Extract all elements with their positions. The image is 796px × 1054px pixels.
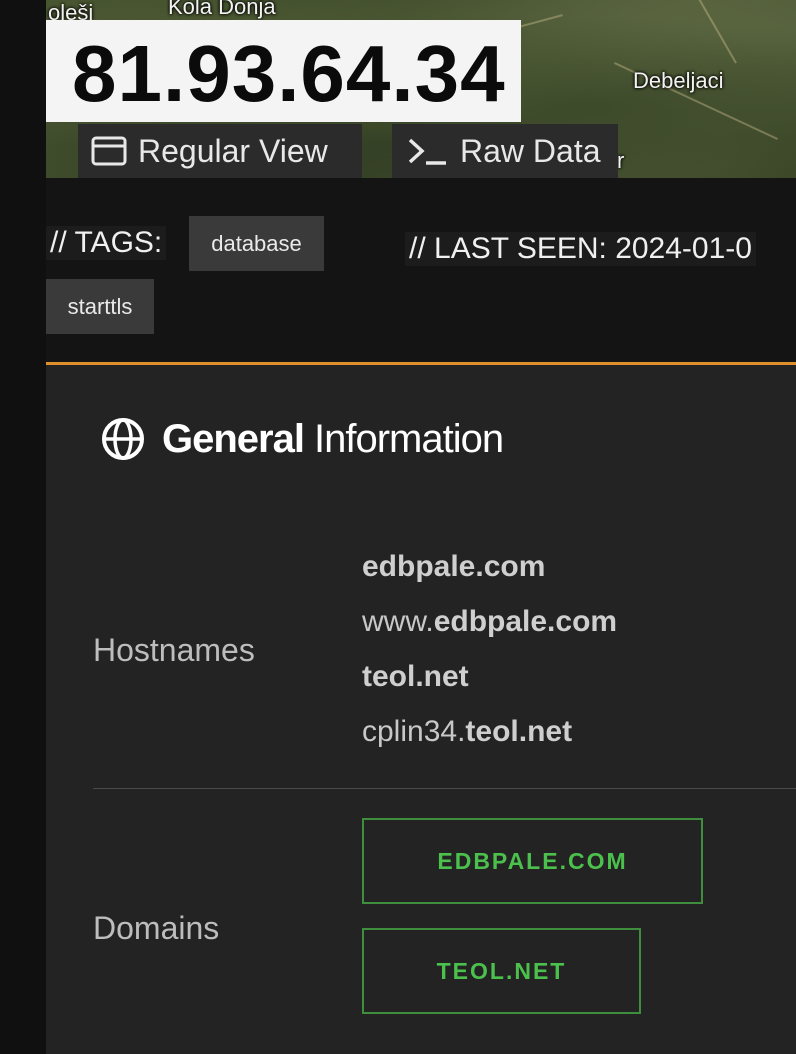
title-bold: General <box>162 416 305 461</box>
hostname-domain: teol.net <box>362 660 469 693</box>
tag-database[interactable]: database <box>189 216 324 271</box>
map-label-fragment: r <box>617 148 625 173</box>
general-information-title: General Information <box>100 416 504 462</box>
regular-view-label: Regular View <box>138 132 328 169</box>
map-label-kola-donja: Kola Donja <box>168 0 276 19</box>
tags-label: // TAGS: <box>46 226 167 260</box>
hostname-prefix: cplin34. <box>362 715 466 748</box>
hostname-domain: teol.net <box>465 715 573 748</box>
hostname-domain: edbpale.com <box>433 605 618 638</box>
hostname-item: www.edbpale.com <box>362 605 617 639</box>
map-label-debeljaci: Debeljaci <box>633 68 724 93</box>
hostname-domain: edbpale.com <box>362 550 546 583</box>
hostname-item: edbpale.com <box>362 550 545 584</box>
raw-data-button[interactable]: Raw Data <box>392 124 618 178</box>
last-seen: // LAST SEEN: 2024-01-0 <box>405 232 756 266</box>
ip-address: 81.93.64.34 <box>72 29 506 118</box>
hostname-prefix: www. <box>362 605 434 638</box>
tag-starttls[interactable]: starttls <box>46 279 154 334</box>
regular-view-button[interactable]: Regular View <box>78 124 362 178</box>
hostnames-label: Hostnames <box>93 632 255 668</box>
left-rail <box>0 0 46 1054</box>
hostname-item: teol.net <box>362 660 469 694</box>
domain-button-edbpale[interactable]: EDBPALE.COM <box>362 818 703 904</box>
browser-window-icon <box>91 136 127 166</box>
raw-data-label: Raw Data <box>460 132 601 169</box>
globe-icon <box>102 418 144 460</box>
terminal-icon <box>408 138 446 165</box>
domains-label: Domains <box>93 910 220 946</box>
hostname-item: cplin34.teol.net <box>362 715 572 749</box>
domain-button-teol[interactable]: TEOL.NET <box>362 928 641 1014</box>
title-rest: Information <box>313 416 504 461</box>
row-divider <box>93 788 796 789</box>
